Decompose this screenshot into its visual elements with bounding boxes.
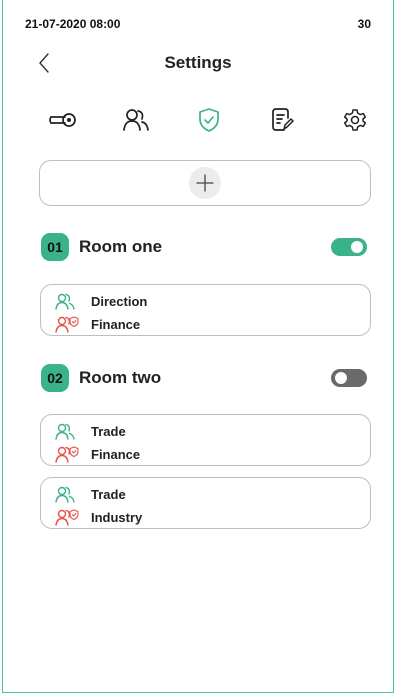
users-shield-icon [55,316,79,333]
room-number-badge: 02 [41,364,69,392]
room-name: Room two [79,368,162,387]
plus-icon [196,174,214,192]
tab-permissions[interactable] [187,103,231,137]
room-assignment-card[interactable]: Trade Industry [40,477,371,529]
gear-icon [343,109,367,131]
tab-keys[interactable] [41,103,85,137]
room-header: 01 Room one [41,232,367,262]
group-name: Trade [91,487,126,502]
users-icon [55,293,75,310]
tab-settings[interactable] [333,103,377,137]
users-icon [123,109,149,131]
page-title: Settings [164,53,232,72]
tab-users[interactable] [114,103,158,137]
toggle-knob [351,241,363,253]
room-toggle[interactable] [331,238,367,256]
group-name: Trade [91,424,126,439]
tab-notes[interactable] [260,103,304,137]
status-datetime: 21-07-2020 08:00 [25,17,121,31]
room-assignment-card[interactable]: Direction Finance [40,284,371,336]
room-number-badge: 01 [41,233,69,261]
toggle-knob [335,372,347,384]
room-assignment-card[interactable]: Trade Finance [40,414,371,466]
header: Settings [3,50,393,78]
back-button[interactable] [33,52,55,74]
chevron-left-icon [39,53,49,73]
permission-name: Finance [91,447,141,462]
group-name: Direction [91,294,148,309]
tab-bar [41,103,377,137]
add-room-button[interactable] [189,167,221,199]
add-room-panel [39,160,371,206]
status-bar: 21-07-2020 08:00 30 [25,16,371,32]
users-shield-icon [55,446,79,463]
users-icon [55,423,75,440]
room-toggle[interactable] [331,369,367,387]
permission-name: Industry [91,510,143,525]
room-name: Room one [79,237,163,256]
app-frame: 21-07-2020 08:00 30 Settings 01 Room one… [2,0,394,693]
note-edit-icon [272,108,294,131]
users-shield-icon [55,509,79,526]
shield-check-icon [199,108,219,132]
room-header: 02 Room two [41,363,367,393]
users-icon [55,486,75,503]
permission-name: Finance [91,317,141,332]
status-battery: 30 [357,17,371,31]
key-icon [49,113,76,127]
